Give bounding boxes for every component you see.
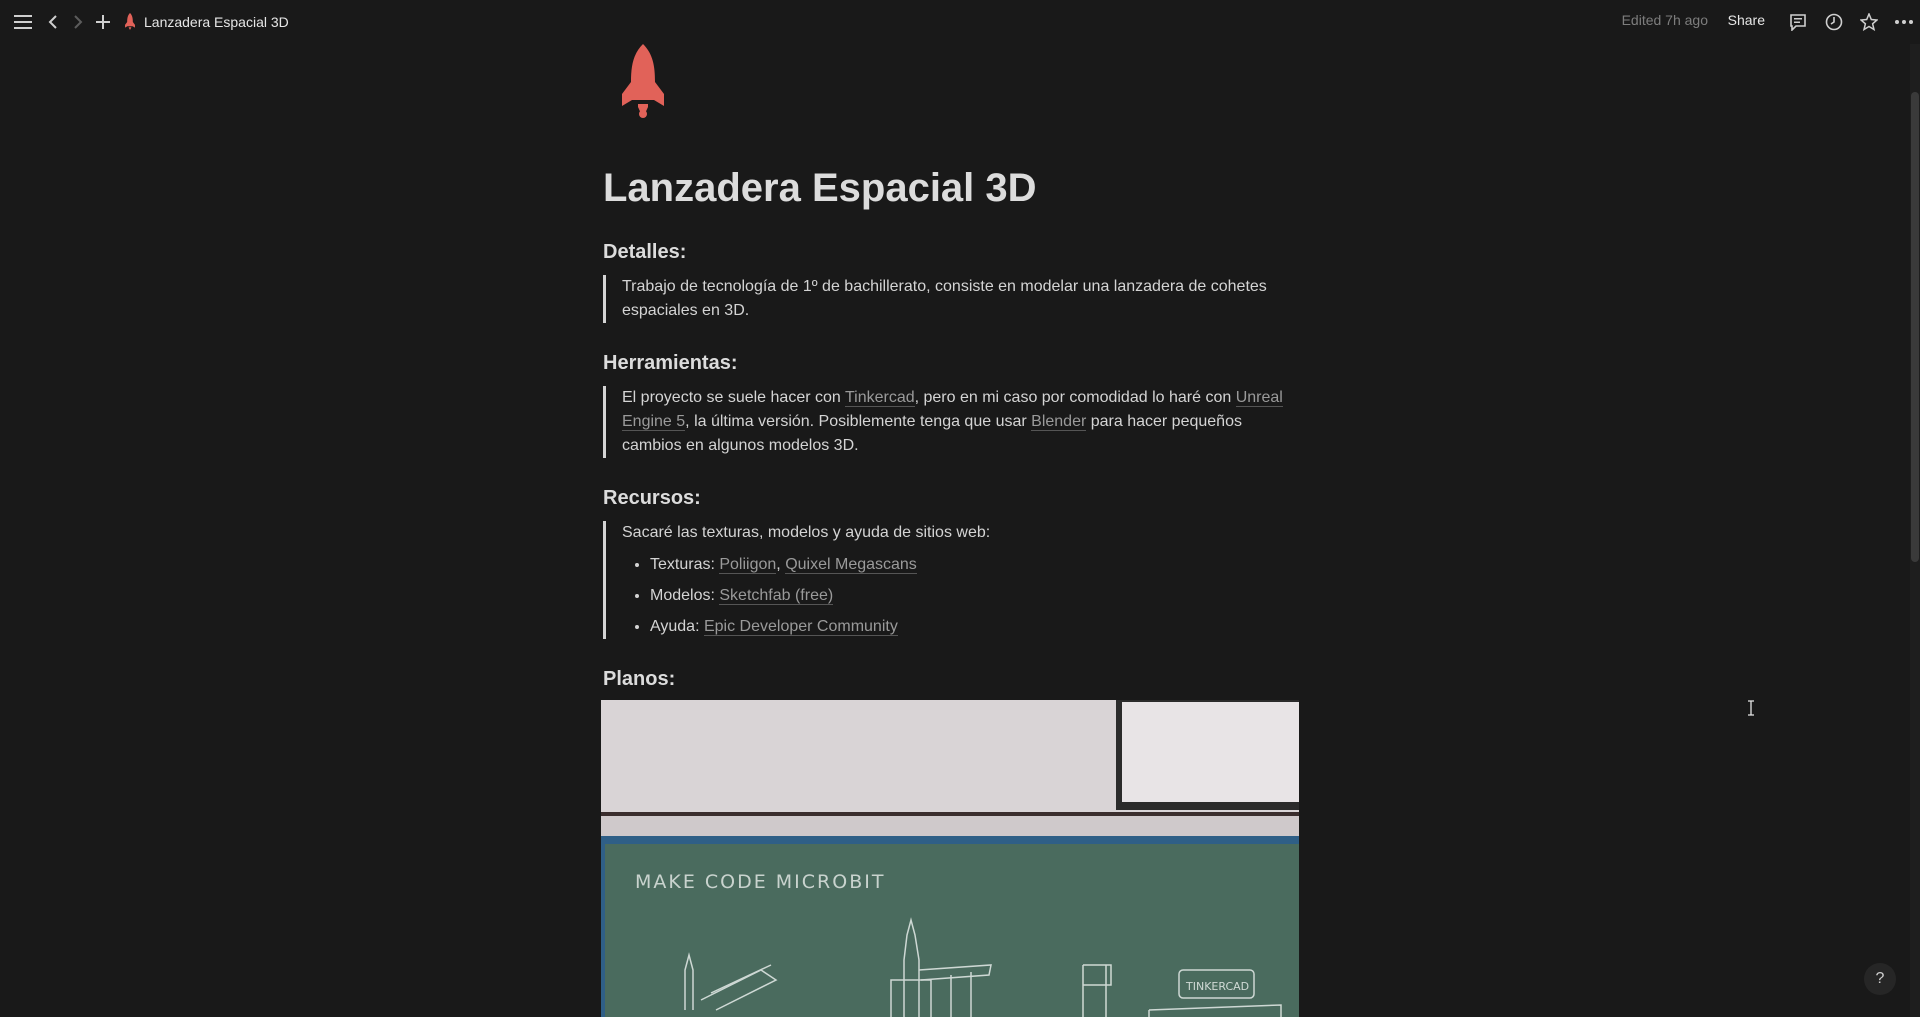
board-label: TINKERCAD [1185, 980, 1249, 993]
list-item-label: Texturas: [650, 556, 720, 573]
recursos-intro: Sacaré las texturas, modelos y ayuda de … [622, 524, 991, 541]
list-item-label: Modelos: [650, 587, 720, 604]
heading-planos[interactable]: Planos: [603, 665, 675, 693]
chalkboard-sketch-image: MAKE CODE MICROBIT TINKERCAD [601, 700, 1299, 1017]
planos-photo[interactable]: MAKE CODE MICROBIT TINKERCAD [601, 700, 1299, 1017]
herramientas-text: El proyecto se suele hacer con [622, 389, 845, 406]
heading-detalles[interactable]: Detalles: [603, 238, 686, 266]
quote-detalles[interactable]: Trabajo de tecnología de 1º de bachiller… [603, 275, 1283, 323]
heading-herramientas[interactable]: Herramientas: [603, 349, 738, 377]
board-title: MAKE CODE MICROBIT [635, 871, 885, 893]
comments-icon[interactable] [1784, 8, 1812, 36]
rocket-icon [125, 13, 135, 31]
herramientas-text: , pero en mi caso por comodidad lo haré … [914, 389, 1236, 406]
list-item[interactable]: Ayuda: Epic Developer Community [650, 611, 1283, 642]
link-poliigon[interactable]: Poliigon [719, 556, 777, 574]
text-cursor-icon [1748, 700, 1754, 716]
link-sketchfab[interactable]: Sketchfab (free) [719, 587, 834, 605]
link-tinkercad[interactable]: Tinkercad [844, 389, 915, 407]
list-item[interactable]: Modelos: Sketchfab (free) [650, 580, 1283, 611]
edited-timestamp: Edited 7h ago [1621, 12, 1708, 28]
list-separator: , [776, 556, 786, 573]
detalles-text: Trabajo de tecnología de 1º de bachiller… [622, 278, 1267, 319]
menu-icon[interactable] [9, 8, 37, 36]
help-button[interactable]: ? [1864, 963, 1896, 995]
recursos-list: Texturas: Poliigon, Quixel Megascans Mod… [622, 549, 1283, 642]
link-blender[interactable]: Blender [1031, 413, 1087, 431]
list-item[interactable]: Texturas: Poliigon, Quixel Megascans [650, 549, 1283, 580]
list-item-label: Ayuda: [650, 618, 704, 635]
herramientas-text: , la última versión. Posiblemente tenga … [685, 413, 1032, 430]
link-quixel-megascans[interactable]: Quixel Megascans [785, 556, 917, 574]
quote-recursos[interactable]: Sacaré las texturas, modelos y ayuda de … [603, 521, 1283, 639]
breadcrumb[interactable]: Lanzadera Espacial 3D [124, 10, 289, 34]
favorite-star-icon[interactable] [1855, 8, 1883, 36]
forward-arrow-icon[interactable] [64, 8, 92, 36]
page-rocket-icon[interactable] [618, 44, 668, 120]
scrollbar-thumb[interactable] [1911, 92, 1919, 562]
back-arrow-icon[interactable] [39, 8, 67, 36]
history-clock-icon[interactable] [1820, 8, 1848, 36]
breadcrumb-title: Lanzadera Espacial 3D [144, 14, 289, 30]
quote-herramientas[interactable]: El proyecto se suele hacer con Tinkercad… [603, 386, 1283, 458]
more-options-icon[interactable] [1890, 8, 1918, 36]
link-epic-developer-community[interactable]: Epic Developer Community [703, 618, 898, 636]
share-button[interactable]: Share [1728, 12, 1765, 28]
new-page-plus-icon[interactable] [89, 8, 117, 36]
heading-recursos[interactable]: Recursos: [603, 484, 701, 512]
page-title[interactable]: Lanzadera Espacial 3D [603, 160, 1037, 216]
top-bar: Lanzadera Espacial 3D Edited 7h ago Shar… [0, 0, 1920, 44]
